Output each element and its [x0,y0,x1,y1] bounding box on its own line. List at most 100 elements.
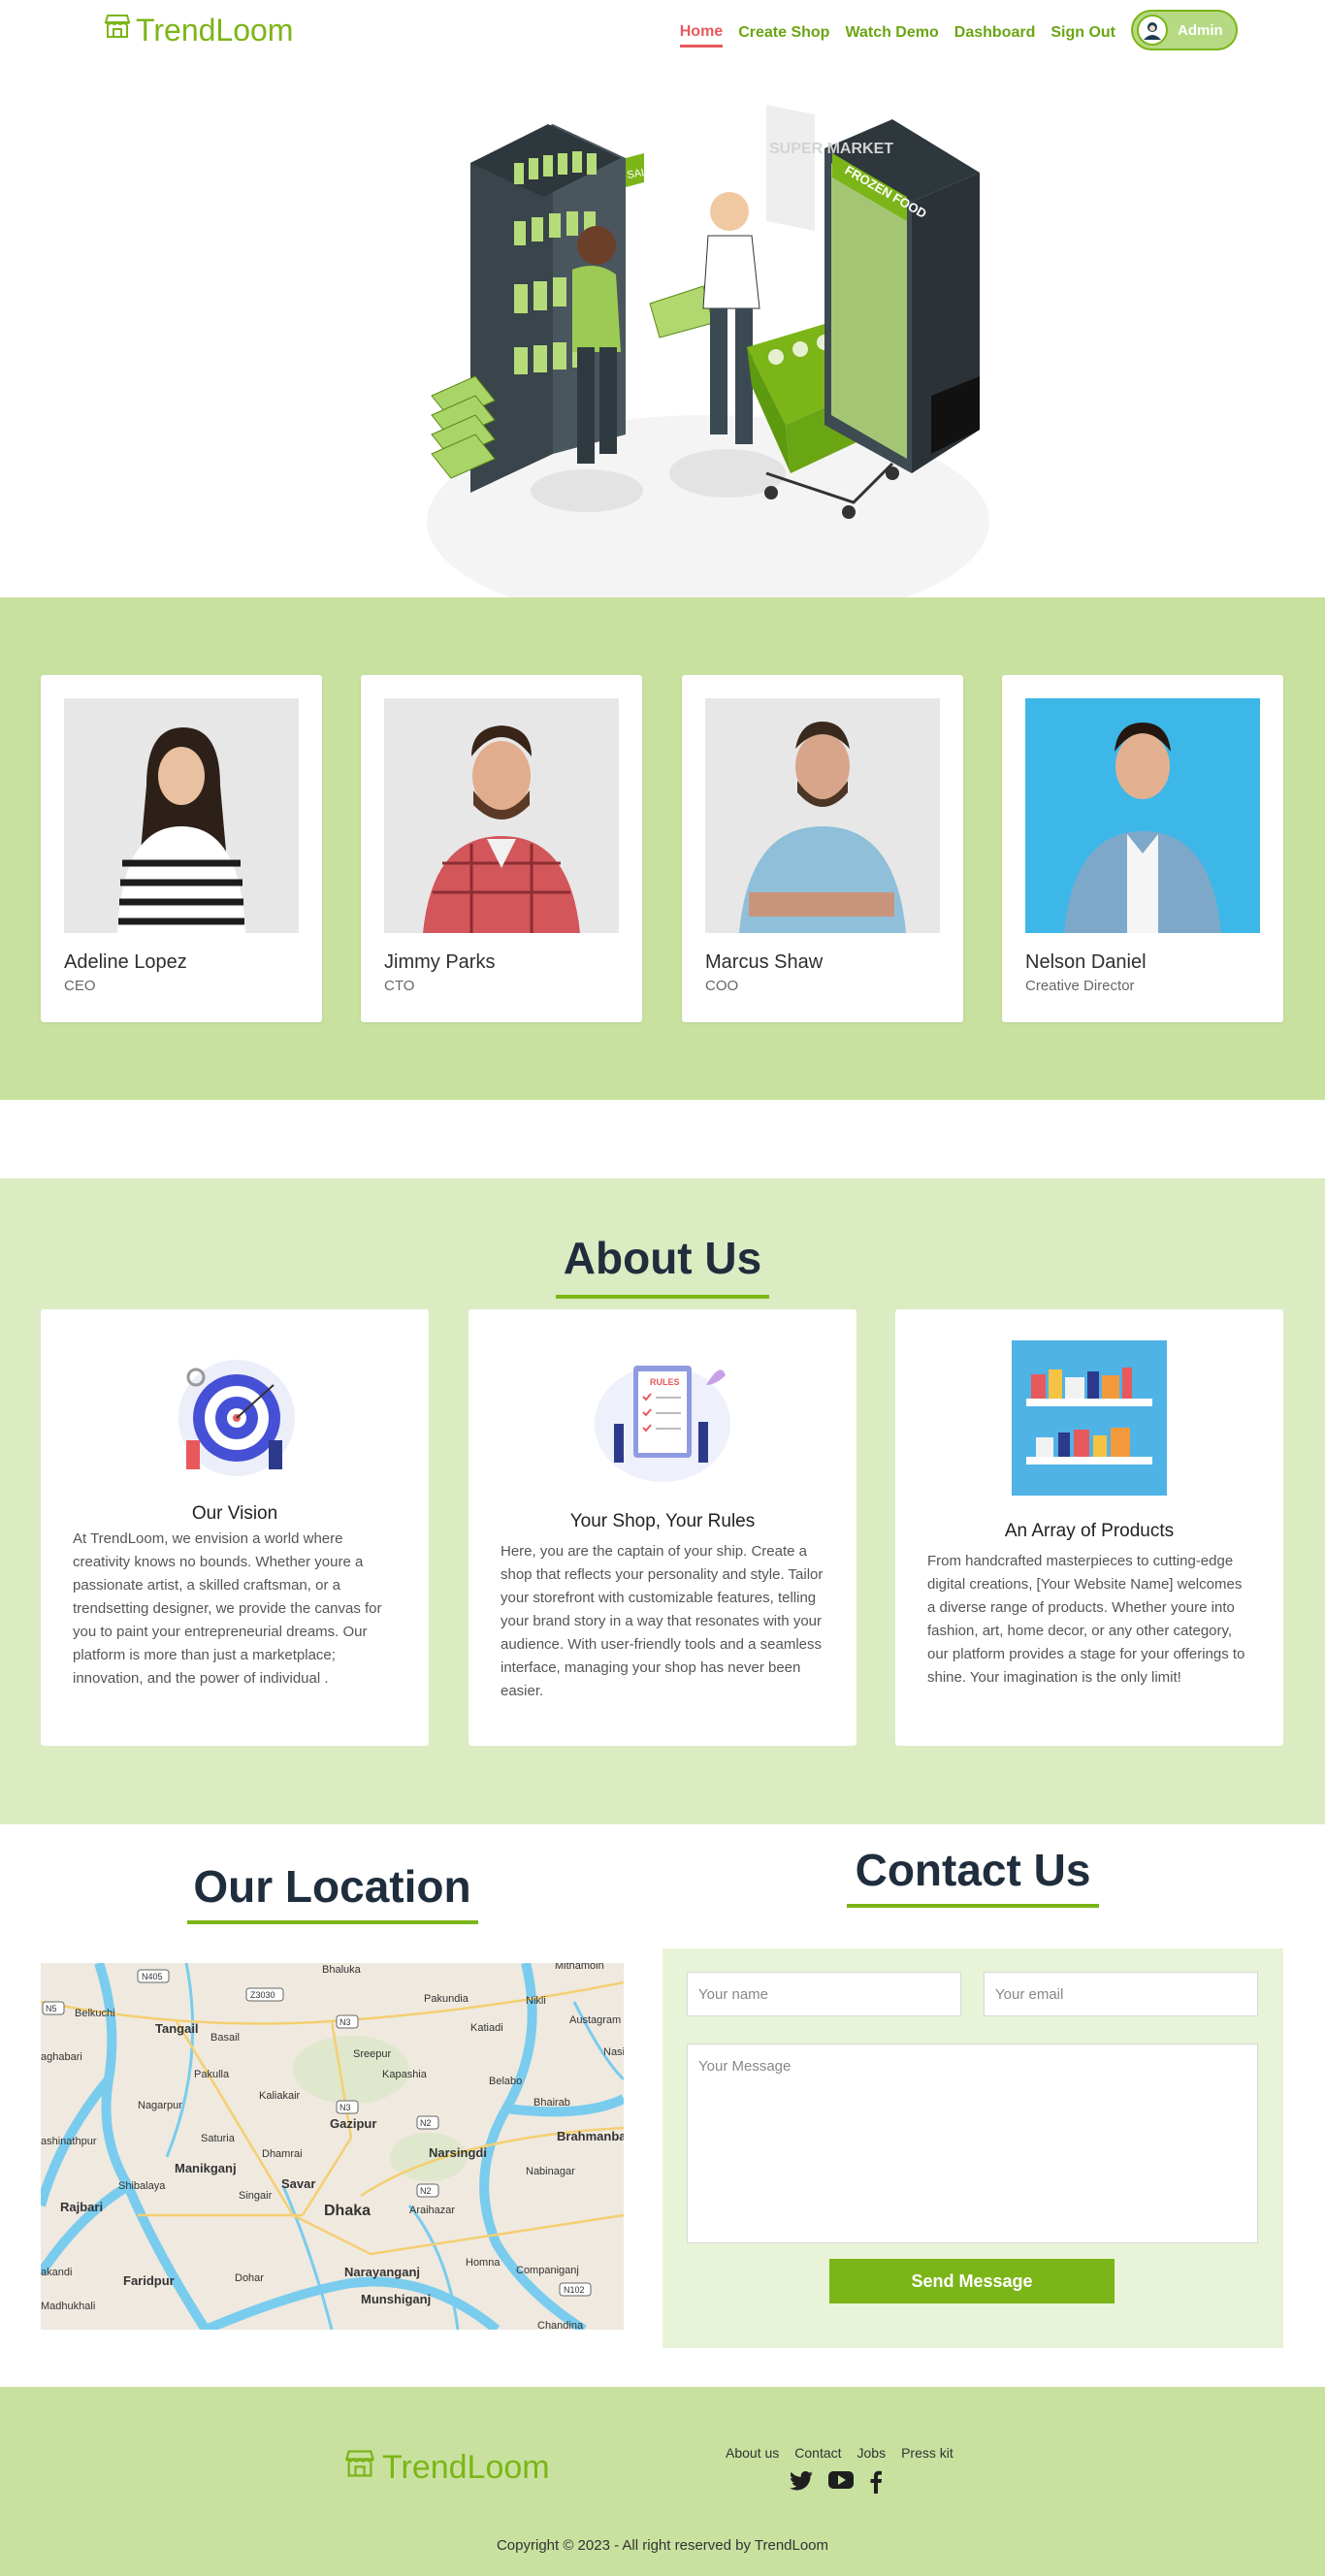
nav-dashboard[interactable]: Dashboard [954,15,1036,46]
team-member-name: Adeline Lopez [64,951,187,973]
facebook-icon[interactable] [869,2470,883,2498]
contact-title: Contact Us [855,1845,1091,1895]
svg-text:Nabinagar: Nabinagar [526,2166,575,2177]
svg-text:Faridpur: Faridpur [123,2273,175,2288]
rules-label: RULES [650,1377,680,1387]
svg-text:Sreepur: Sreepur [353,2048,391,2060]
team-card: Jimmy Parks CTO [361,675,642,1022]
team-member-role: CTO [384,978,415,994]
footer: TrendLoom About us Contact Jobs Press ki… [0,2387,1325,2576]
footer-links: About us Contact Jobs Press kit [726,2445,953,2461]
svg-text:Gazipur: Gazipur [330,2116,376,2131]
brand-name: TrendLoom [136,12,294,48]
svg-text:Nikli: Nikli [526,1995,546,2007]
svg-text:aghabari: aghabari [41,2051,82,2063]
svg-text:Narayanganj: Narayanganj [344,2265,420,2279]
team-member-role: CEO [64,978,96,994]
svg-text:Dhaka: Dhaka [324,2203,371,2219]
svg-text:Bhaluka: Bhaluka [322,1964,362,1976]
svg-text:N2: N2 [420,2118,432,2128]
nav-watch-demo[interactable]: Watch Demo [845,15,938,46]
about-title-underline [556,1295,769,1299]
svg-text:Brahmanba: Brahmanba [557,2129,624,2143]
svg-text:Dohar: Dohar [235,2272,264,2284]
admin-profile-button[interactable]: Admin [1131,10,1238,50]
svg-text:Bhairab: Bhairab [533,2097,570,2109]
about-card-vision: Our Vision At TrendLoom, we envision a w… [41,1309,429,1746]
brand-logo[interactable]: TrendLoom [103,12,293,48]
about-card-text: From handcrafted masterpieces to cutting… [927,1553,1245,1686]
svg-text:Savar: Savar [281,2176,315,2191]
team-member-role: Creative Director [1025,978,1135,994]
nav-home[interactable]: Home [679,14,724,48]
hero-section: SALE FROZEN FOOD SUPER MARKET [0,60,1325,619]
svg-text:N3: N3 [339,2017,351,2027]
footer-brand-name: TrendLoom [382,2449,550,2486]
footer-link-jobs[interactable]: Jobs [857,2445,887,2461]
team-card: Adeline Lopez CEO [41,675,322,1022]
contact-form: Your name Your email Your Message Send M… [662,1948,1283,2348]
footer-link-contact[interactable]: Contact [794,2445,841,2461]
svg-text:akandi: akandi [41,2267,72,2278]
svg-text:Chandina: Chandina [537,2320,584,2330]
svg-text:Nasi: Nasi [603,2046,624,2058]
target-icon [178,1360,295,1476]
storefront-icon [343,2447,376,2489]
storefront-icon [103,12,132,48]
svg-text:Homna: Homna [466,2257,501,2269]
about-card-rules: RULES Your Shop, Your Rules Here, you ar… [469,1309,856,1746]
footer-link-about[interactable]: About us [726,2445,779,2461]
svg-text:Rajbari: Rajbari [60,2200,103,2214]
team-member-name: Marcus Shaw [705,951,824,973]
team-photo [1025,698,1260,933]
name-input[interactable]: Your name [687,1972,961,2016]
about-card-title: An Array of Products [1004,1521,1175,1541]
svg-text:Manikganj: Manikganj [175,2161,237,2175]
email-input[interactable]: Your email [984,1972,1258,2016]
send-message-button[interactable]: Send Message [829,2259,1115,2303]
about-section: About Us Our Vision At TrendLoom, we env… [0,1178,1325,1824]
location-title: Our Location [193,1861,471,1912]
svg-text:N2: N2 [420,2186,432,2196]
team-member-name: Nelson Daniel [1025,951,1147,973]
svg-text:Kapashia: Kapashia [382,2069,428,2080]
team-photo [384,698,619,933]
svg-text:Z3030: Z3030 [250,1990,275,2000]
rules-checklist-icon: RULES [595,1366,730,1482]
team-section: Adeline Lopez CEO Jimmy Parks CTO Marcus… [0,597,1325,1100]
youtube-icon[interactable] [828,2470,854,2498]
svg-text:Mithamoin: Mithamoin [555,1963,604,1972]
svg-text:Madhukhali: Madhukhali [41,2301,95,2312]
svg-text:Nagarpur: Nagarpur [138,2100,182,2111]
location-title-underline [187,1920,478,1924]
contact-title-underline [847,1904,1099,1908]
twitter-icon[interactable] [790,2470,813,2498]
main-menu: Home Create Shop Watch Demo Dashboard Si… [679,10,1238,50]
location-map[interactable]: Bhaluka Mithamoin Tangail Basail Pakundia Nik… [41,1963,624,2330]
footer-link-press-kit[interactable]: Press kit [901,2445,953,2461]
nav-sign-out[interactable]: Sign Out [1050,15,1115,46]
svg-text:Araihazar: Araihazar [409,2205,455,2216]
svg-text:Katiadi: Katiadi [470,2022,503,2034]
admin-label: Admin [1178,21,1223,39]
svg-text:N405: N405 [142,1972,163,1981]
about-card-title: Our Vision [191,1503,278,1524]
copyright-text: Copyright © 2023 - All right reserved by… [496,2537,829,2554]
team-card: Marcus Shaw COO [682,675,963,1022]
top-navbar: TrendLoom Home Create Shop Watch Demo Da… [0,0,1325,60]
footer-brand[interactable]: TrendLoom [343,2447,550,2489]
team-member-role: COO [705,978,739,994]
svg-text:N5: N5 [46,2004,57,2013]
svg-text:Munshiganj: Munshiganj [361,2292,431,2306]
svg-text:Austagram: Austagram [569,2014,621,2026]
svg-text:Shibalaya: Shibalaya [118,2180,166,2192]
svg-text:Pakulla: Pakulla [194,2069,230,2080]
message-textarea[interactable]: Your Message [687,2044,1258,2243]
svg-text:Companiganj: Companiganj [516,2265,579,2276]
nav-create-shop[interactable]: Create Shop [738,15,829,46]
about-card-text: Here, you are the captain of your ship. … [501,1543,824,1699]
product-shelves-icon [1012,1340,1167,1496]
svg-text:N3: N3 [339,2103,351,2112]
team-card: Nelson Daniel Creative Director [1002,675,1283,1022]
team-photo [64,698,299,933]
